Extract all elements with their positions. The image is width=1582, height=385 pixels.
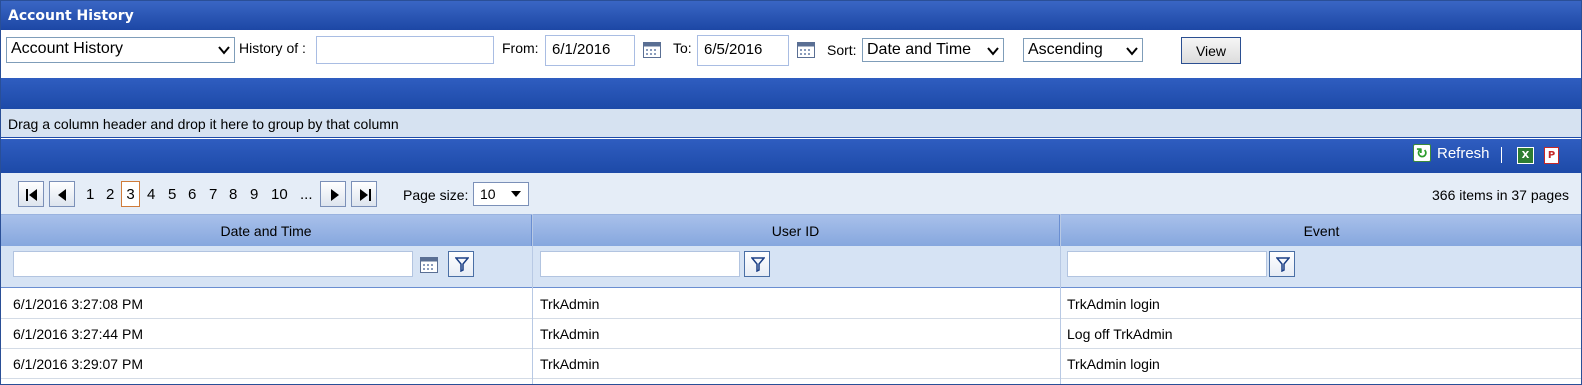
prev-page-button[interactable] [49, 181, 75, 207]
column-header-event[interactable]: Event [1060, 215, 1581, 247]
event-filter-button[interactable] [1269, 251, 1295, 277]
date-time-filter-button[interactable] [448, 251, 474, 277]
page-size-value: 10 [480, 186, 496, 202]
column-header-user-id[interactable]: User ID [532, 215, 1060, 247]
filter-bar: Account History History of : From: 6/1/2… [1, 30, 1581, 76]
next-page-button[interactable] [320, 181, 346, 207]
account-history-window: Account History Account History History … [0, 0, 1582, 385]
column-filter-row [1, 246, 1581, 288]
last-page-button[interactable] [351, 181, 377, 207]
page-link[interactable]: 9 [250, 186, 258, 203]
refresh-button[interactable]: ↻ Refresh [1413, 144, 1490, 162]
page-link[interactable]: 4 [147, 186, 155, 203]
first-page-icon [26, 189, 37, 201]
calendar-icon[interactable] [797, 42, 815, 58]
refresh-icon: ↻ [1413, 144, 1431, 162]
date-time-cell: 6/1/2016 3:29:07 PM [13, 356, 143, 372]
filter-icon [751, 257, 765, 272]
event-cell: Log off TrkAdmin [1067, 326, 1173, 342]
current-page[interactable]: 3 [121, 181, 140, 207]
grid-toolbar [1, 139, 1581, 173]
order-value: Ascending [1028, 41, 1103, 58]
sort-label: Sort: [827, 42, 857, 58]
page-link[interactable]: 8 [229, 186, 237, 203]
user-id-filter-button[interactable] [744, 251, 770, 277]
history-of-label: History of : [239, 40, 306, 56]
user-id-cell: TrkAdmin [540, 296, 600, 312]
user-id-cell: TrkAdmin [540, 356, 600, 372]
report-type-value: Account History [11, 40, 124, 57]
to-date-input[interactable]: 6/5/2016 [697, 35, 789, 66]
pager: 1 2 3 4 5 6 7 8 9 10 ... Page size: 10 3… [1, 173, 1581, 214]
pager-info: 366 items in 37 pages [1432, 187, 1569, 203]
chevron-down-icon [987, 47, 999, 56]
to-label: To: [673, 40, 692, 56]
chevron-down-icon [1126, 47, 1138, 56]
date-time-filter-input[interactable] [13, 251, 413, 277]
refresh-label: Refresh [1437, 144, 1490, 162]
sort-select[interactable]: Date and Time [862, 38, 1004, 62]
page-link[interactable]: 5 [168, 186, 176, 203]
chevron-down-icon [218, 46, 230, 55]
from-date-input[interactable]: 6/1/2016 [545, 35, 635, 66]
event-cell: TrkAdmin login [1067, 356, 1160, 372]
column-divider [1060, 214, 1061, 384]
user-id-filter-input[interactable] [540, 251, 740, 277]
view-button[interactable]: View [1181, 37, 1241, 64]
from-label: From: [502, 40, 539, 56]
table-row[interactable]: 6/1/2016 3:29:07 PM TrkAdmin TrkAdmin lo… [1, 349, 1581, 379]
order-select[interactable]: Ascending [1023, 38, 1143, 62]
page-size-select[interactable]: 10 [473, 182, 529, 206]
event-filter-input[interactable] [1067, 251, 1267, 277]
page-link[interactable]: 1 [86, 186, 94, 203]
prev-page-icon [58, 189, 66, 201]
excel-export-icon[interactable]: X [1517, 147, 1534, 164]
next-page-icon [331, 189, 339, 201]
column-header-row: Date and Time User ID Event [1, 214, 1581, 247]
last-page-icon [360, 189, 371, 201]
date-time-cell: 6/1/2016 3:27:08 PM [13, 296, 143, 312]
filter-icon [455, 257, 469, 272]
date-time-cell: 6/1/2016 3:27:44 PM [13, 326, 143, 342]
group-drop-zone[interactable]: Drag a column header and drop it here to… [1, 109, 1581, 138]
filter-icon [1276, 257, 1290, 272]
report-type-select[interactable]: Account History [6, 37, 235, 63]
calendar-icon[interactable] [420, 257, 438, 273]
calendar-icon[interactable] [643, 42, 661, 58]
table-row[interactable]: 6/1/2016 3:27:08 PM TrkAdmin TrkAdmin lo… [1, 289, 1581, 319]
user-id-cell: TrkAdmin [540, 326, 600, 342]
history-of-input[interactable] [316, 36, 494, 64]
page-link[interactable]: 6 [188, 186, 196, 203]
column-divider [532, 214, 533, 384]
dropdown-arrow-icon [511, 191, 521, 197]
grid-header-strip [1, 78, 1581, 109]
window-title: Account History [1, 1, 1581, 30]
pdf-export-icon[interactable]: P [1544, 147, 1559, 164]
page-link[interactable]: 10 [271, 186, 288, 203]
page-size-label: Page size: [403, 187, 469, 203]
column-header-date-time[interactable]: Date and Time [1, 215, 532, 247]
event-cell: TrkAdmin login [1067, 296, 1160, 312]
table-row[interactable]: 6/1/2016 3:27:44 PM TrkAdmin Log off Trk… [1, 319, 1581, 349]
page-link[interactable]: 7 [209, 186, 217, 203]
page-link[interactable]: 2 [106, 186, 114, 203]
more-pages-link[interactable]: ... [300, 186, 313, 203]
sort-value: Date and Time [867, 41, 972, 58]
toolbar-separator [1501, 147, 1502, 163]
first-page-button[interactable] [18, 181, 44, 207]
